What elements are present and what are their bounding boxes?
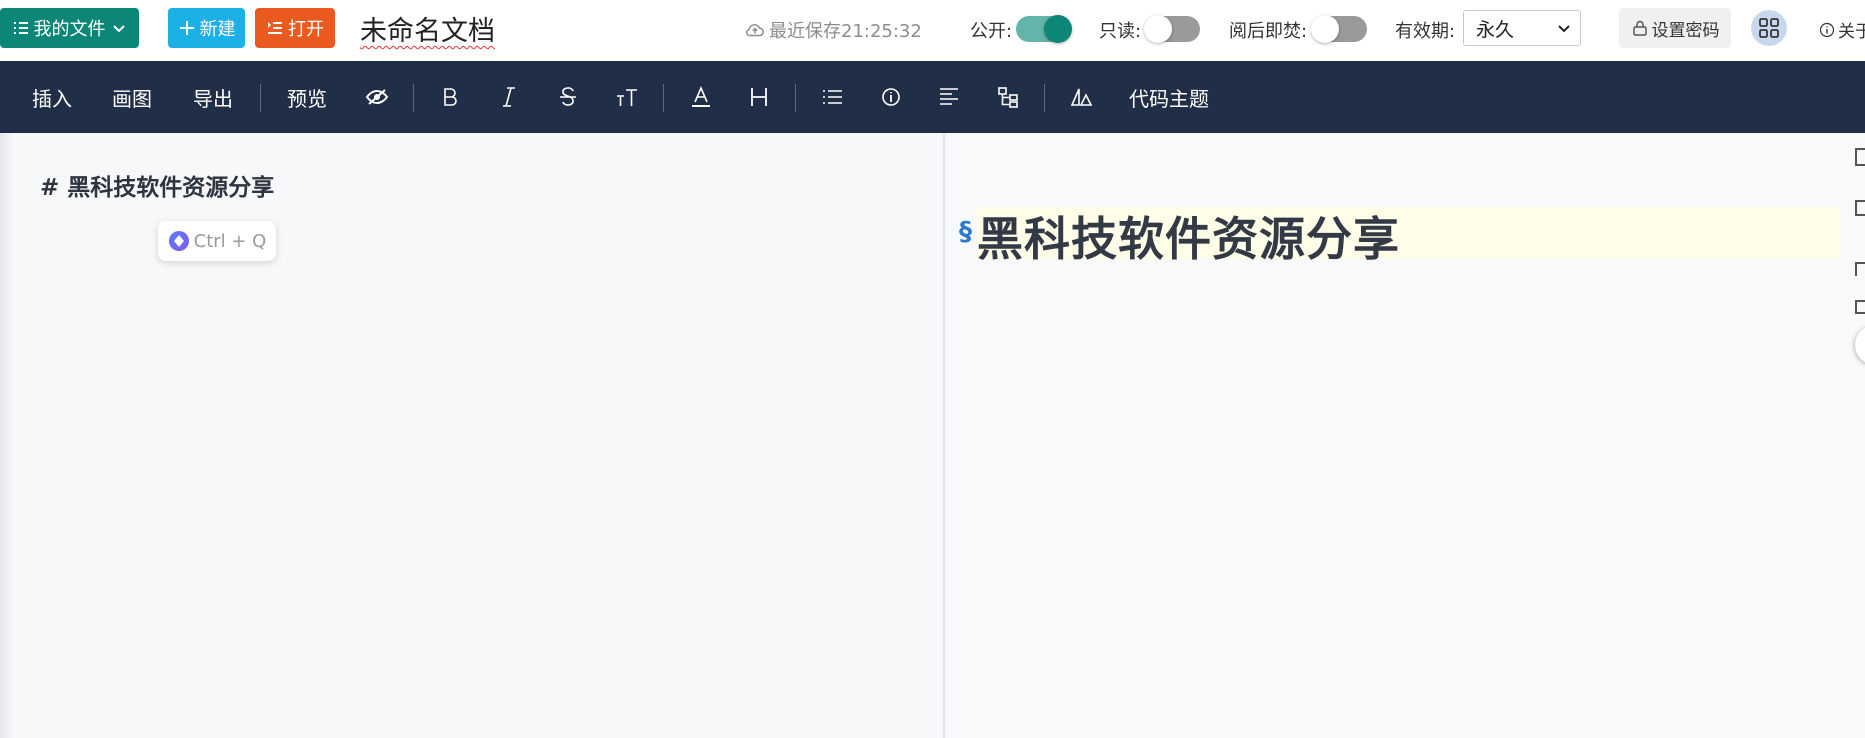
info-button[interactable]: [878, 61, 904, 133]
collapse-icon[interactable]: [1855, 262, 1865, 276]
heading-icon: [751, 88, 767, 106]
toggle-knob: [1144, 15, 1172, 43]
markdown-editor[interactable]: # 黑科技软件资源分享 Ctrl + Q: [0, 133, 945, 738]
insert-menu[interactable]: 插入: [32, 61, 72, 133]
about-label: 关于: [1838, 22, 1865, 42]
toggle-knob: [1044, 15, 1072, 43]
editor-shadow: [0, 133, 14, 738]
set-password-button[interactable]: 设置密码: [1619, 8, 1731, 48]
strikethrough-icon: [560, 87, 576, 106]
plus-icon: [179, 21, 194, 35]
toolbar-divider: [663, 84, 664, 112]
lock-icon: [1632, 20, 1647, 36]
validity-select[interactable]: 永久: [1463, 10, 1581, 46]
validity-value: 永久: [1476, 19, 1515, 41]
preview-heading: 黑科技软件资源分享: [977, 212, 1400, 266]
toolbar-divider: [1044, 84, 1045, 112]
save-status-text: 最近保存21:25:32: [769, 21, 922, 42]
text-size-icon: [617, 89, 637, 106]
readonly-toggle[interactable]: [1144, 15, 1200, 43]
save-status: 最近保存21:25:32: [744, 17, 922, 43]
toggle-preview-button[interactable]: [364, 61, 390, 133]
chevron-down-icon: [1558, 25, 1570, 33]
about-link[interactable]: 关于: [1819, 17, 1865, 42]
qrcode-icon: [1759, 18, 1779, 38]
ai-assistant-icon: [168, 231, 189, 251]
italic-icon: [503, 87, 515, 107]
heading-anchor[interactable]: §: [959, 217, 972, 247]
info-icon: [1819, 22, 1835, 37]
public-toggle[interactable]: [1016, 15, 1072, 43]
align-left-icon: [940, 88, 958, 105]
qrcode-button[interactable]: [1751, 10, 1787, 46]
preview-menu[interactable]: 预览: [287, 61, 327, 133]
align-button[interactable]: [936, 61, 962, 133]
flowchart-button[interactable]: [995, 61, 1021, 133]
open-button[interactable]: 打开: [255, 8, 335, 48]
public-label: 公开:: [970, 21, 1013, 42]
editor-toolbar: 插入 画图 导出 预览 代码主题: [0, 61, 1865, 133]
set-password-label: 设置密码: [1651, 20, 1720, 41]
info-icon: [882, 88, 900, 106]
font-color-button[interactable]: [688, 61, 714, 133]
chevron-down-icon: [112, 25, 125, 33]
validity-label: 有效期:: [1395, 21, 1456, 42]
side-panel-icon[interactable]: [1855, 148, 1865, 166]
bold-icon: [444, 88, 457, 106]
font-color-icon: [692, 85, 710, 107]
code-theme-menu[interactable]: 代码主题: [1129, 61, 1209, 133]
markdown-line[interactable]: # 黑科技软件资源分享: [40, 168, 274, 202]
italic-button[interactable]: [496, 61, 522, 133]
burn-after-reading-toggle[interactable]: [1311, 15, 1367, 43]
list-button[interactable]: [819, 61, 845, 133]
eye-slash-icon: [365, 89, 389, 105]
burn-after-reading-label: 阅后即焚:: [1229, 21, 1308, 42]
top-bar: 我的文件 新建 打开 未命名文档 最近保存21:25:32 公开: 只读: 阅后…: [0, 0, 1865, 61]
toolbar-divider: [260, 84, 261, 112]
font-size-button[interactable]: [614, 61, 640, 133]
sum-icon[interactable]: [1855, 300, 1865, 314]
draw-menu[interactable]: 画图: [112, 61, 152, 133]
shortcut-hint-text: Ctrl + Q: [193, 230, 267, 252]
strikethrough-button[interactable]: [555, 61, 581, 133]
new-button[interactable]: 新建: [168, 8, 245, 48]
toolbar-divider: [413, 84, 414, 112]
preview-pane: § 黑科技软件资源分享: [947, 133, 1865, 738]
side-panel-icon[interactable]: [1855, 200, 1865, 216]
document-title-input[interactable]: 未命名文档: [360, 9, 495, 48]
my-files-button[interactable]: 我的文件: [0, 8, 139, 48]
bold-button[interactable]: [437, 61, 463, 133]
list-icon: [823, 90, 842, 104]
heading-button[interactable]: [746, 61, 772, 133]
readonly-label: 只读:: [1099, 21, 1142, 42]
ruler-icon: [1070, 88, 1093, 106]
new-label: 新建: [199, 19, 236, 40]
toggle-knob: [1311, 15, 1339, 43]
flowchart-icon: [998, 87, 1018, 108]
format-button[interactable]: [1068, 61, 1094, 133]
list-icon: [13, 22, 28, 34]
my-files-label: 我的文件: [33, 19, 106, 40]
export-menu[interactable]: 导出: [193, 61, 233, 133]
open-label: 打开: [288, 19, 324, 40]
cloud-icon: [745, 24, 764, 37]
toolbar-divider: [795, 84, 796, 112]
shortcut-hint[interactable]: Ctrl + Q: [158, 221, 276, 261]
open-list-icon: [268, 22, 282, 34]
